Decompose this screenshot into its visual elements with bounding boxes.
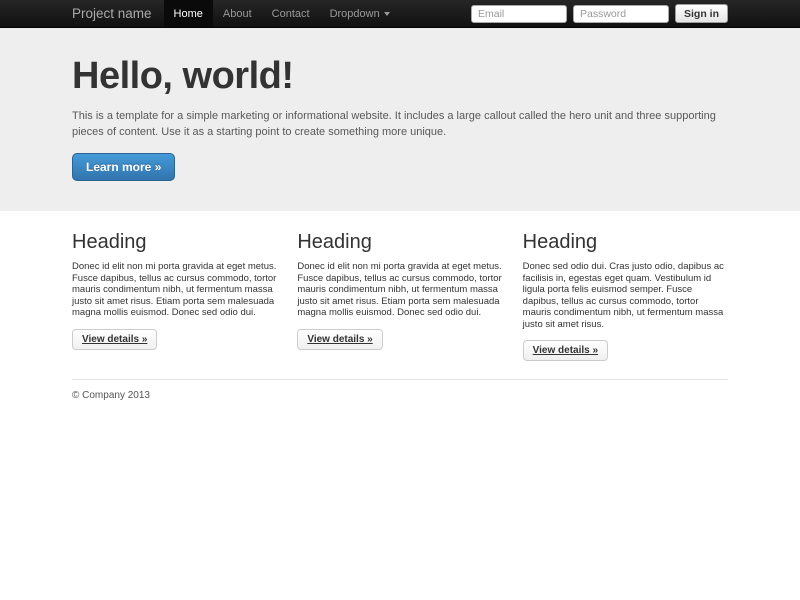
nav-item-contact[interactable]: Contact: [262, 0, 320, 27]
sign-in-button[interactable]: Sign in: [675, 4, 728, 23]
nav-item-label: Dropdown: [330, 8, 380, 20]
hero-title: Hello, world!: [72, 54, 728, 98]
column-heading: Heading: [523, 230, 728, 254]
footer-divider: [72, 379, 728, 380]
navbar-inner: Project name Home About Contact Dropdown…: [72, 0, 728, 27]
nav-menu: Home About Contact Dropdown: [164, 0, 400, 27]
content-column-2: Heading Donec id elit non mi porta gravi…: [297, 230, 502, 361]
nav-item-label: About: [223, 8, 252, 20]
navbar: Project name Home About Contact Dropdown…: [0, 0, 800, 28]
column-body-text: Donec id elit non mi porta gravida at eg…: [72, 261, 277, 319]
column-heading: Heading: [297, 230, 502, 254]
hero-unit: Hello, world! This is a template for a s…: [0, 28, 800, 211]
learn-more-button[interactable]: Learn more »: [72, 153, 175, 181]
copyright-text: © Company 2013: [72, 390, 728, 401]
view-details-button-1[interactable]: View details »: [72, 329, 157, 350]
view-details-button-2[interactable]: View details »: [297, 329, 382, 350]
password-field[interactable]: [573, 5, 669, 23]
view-details-button-3[interactable]: View details »: [523, 340, 608, 361]
nav-item-label: Contact: [272, 8, 310, 20]
email-field[interactable]: [471, 5, 567, 23]
content-column-3: Heading Donec sed odio dui. Cras justo o…: [523, 230, 728, 361]
column-heading: Heading: [72, 230, 277, 254]
nav-item-home[interactable]: Home: [164, 0, 213, 27]
footer: © Company 2013: [72, 390, 728, 401]
hero-description: This is a template for a simple marketin…: [72, 109, 728, 140]
column-body-text: Donec sed odio dui. Cras justo odio, dap…: [523, 261, 728, 330]
main-content: Heading Donec id elit non mi porta gravi…: [72, 211, 728, 401]
content-column-1: Heading Donec id elit non mi porta gravi…: [72, 230, 277, 361]
brand-link[interactable]: Project name: [72, 0, 152, 27]
nav-item-dropdown[interactable]: Dropdown: [320, 0, 400, 27]
caret-down-icon: [384, 12, 390, 16]
columns-row: Heading Donec id elit non mi porta gravi…: [72, 230, 728, 361]
nav-item-about[interactable]: About: [213, 0, 262, 27]
nav-item-label: Home: [174, 8, 203, 20]
sign-in-form: Sign in: [471, 0, 728, 27]
column-body-text: Donec id elit non mi porta gravida at eg…: [297, 261, 502, 319]
